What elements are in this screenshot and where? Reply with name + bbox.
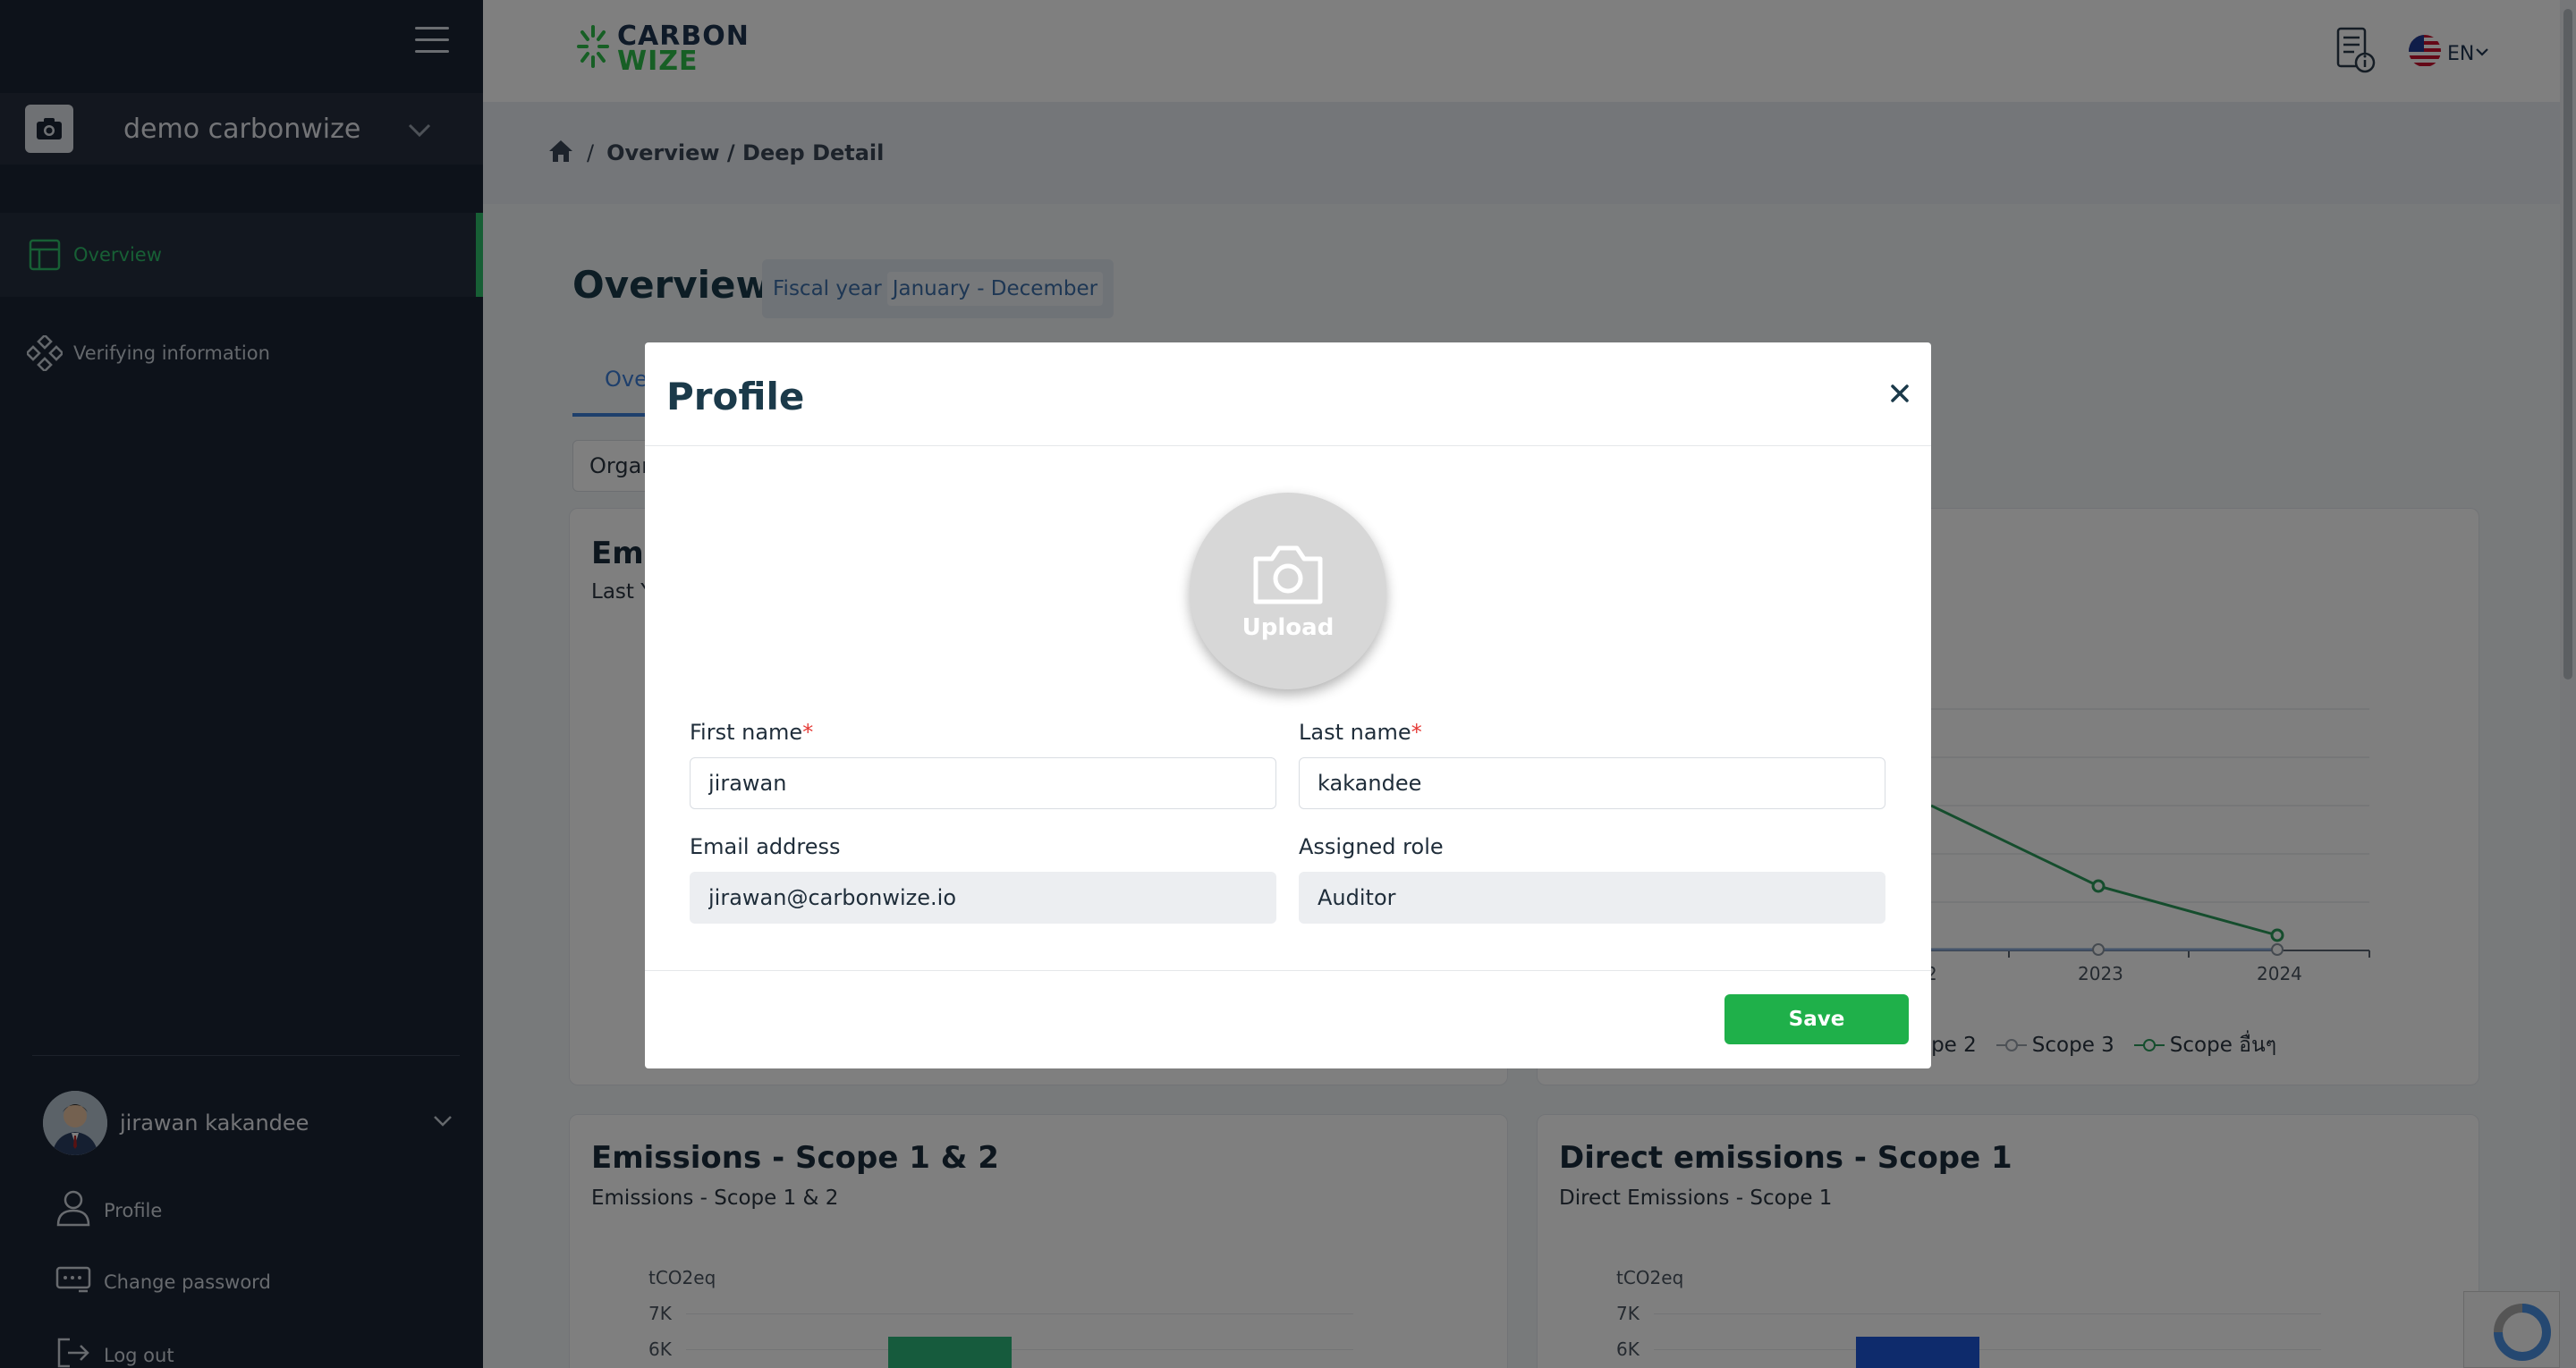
modal-title: Profile bbox=[666, 375, 805, 418]
email-label: Email address bbox=[690, 834, 841, 859]
first-name-label: First name* bbox=[690, 720, 814, 745]
camera-icon bbox=[1250, 541, 1326, 611]
first-name-input[interactable] bbox=[690, 757, 1276, 809]
profile-modal: Profile Upload First name* Last name* Em… bbox=[645, 342, 1931, 1068]
avatar-upload-button[interactable]: Upload bbox=[1190, 493, 1386, 689]
email-field[interactable] bbox=[690, 872, 1276, 924]
upload-label: Upload bbox=[1241, 614, 1335, 641]
last-name-input[interactable] bbox=[1299, 757, 1885, 809]
close-icon[interactable] bbox=[1885, 378, 1915, 409]
modal-header: Profile bbox=[645, 342, 1931, 446]
last-name-label: Last name* bbox=[1299, 720, 1422, 745]
save-button[interactable]: Save bbox=[1724, 994, 1909, 1044]
assigned-role-field[interactable] bbox=[1299, 872, 1885, 924]
assigned-role-label: Assigned role bbox=[1299, 834, 1444, 859]
modal-divider bbox=[645, 970, 1931, 971]
